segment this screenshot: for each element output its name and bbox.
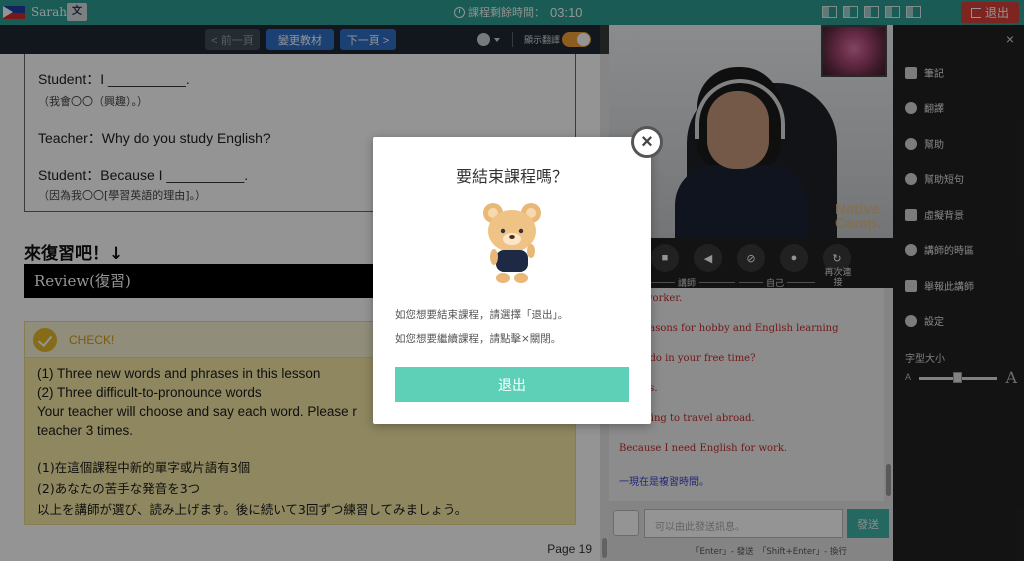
close-icon[interactable]: × bbox=[631, 126, 663, 158]
dialog-text-continue: 如您想要繼續課程，請點擊×關閉。 bbox=[395, 333, 562, 345]
bear-mascot-icon bbox=[483, 203, 541, 283]
dialog-text-exit: 如您想要結束課程，請選擇「退出」。 bbox=[395, 309, 569, 321]
end-lesson-dialog: 要結束課程嗎？ × 如您想要結束課程，請選擇「退出」。 如您想要繼續課程，請點擊… bbox=[373, 126, 663, 424]
dialog-title: 要結束課程嗎？ bbox=[455, 167, 568, 186]
confirm-exit-button[interactable]: 退出 bbox=[395, 367, 629, 402]
